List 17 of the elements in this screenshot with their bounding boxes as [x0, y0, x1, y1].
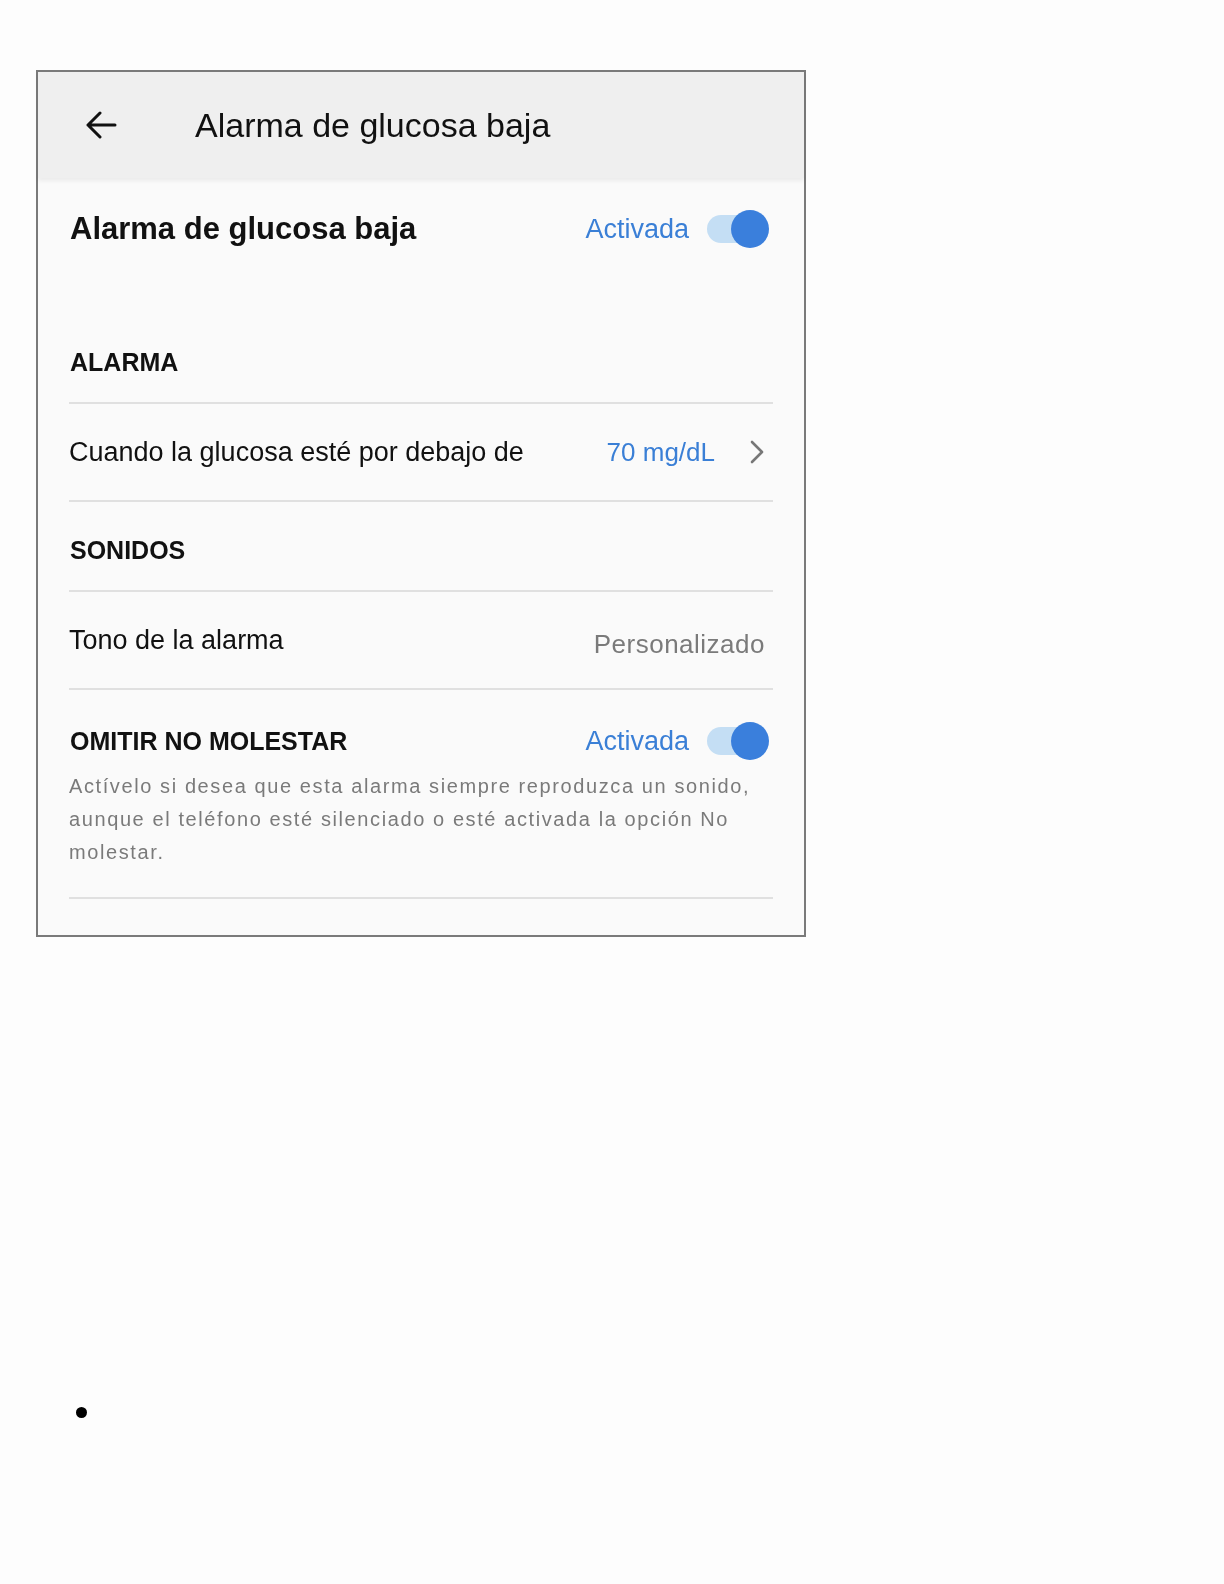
back-arrow-icon [85, 111, 117, 139]
setting-value: Personalizado [593, 628, 765, 660]
setting-label[interactable]: Cuando la glucosa esté por debajo de [69, 436, 607, 468]
setting-description: Actívelo si desea que esta alarma siempre reproduzca un sonido, aunque el teléfono esté silenciado o esté activada la opción No molestar. [69, 774, 752, 865]
chevron-right-icon [749, 439, 765, 465]
toggle-switch[interactable] [707, 210, 769, 248]
section-heading: SONIDOS [69, 502, 773, 592]
section-heading: ALARMA [69, 349, 773, 404]
setting-label[interactable]: Tono de la alarma [69, 624, 594, 656]
bullet-icon [76, 1407, 87, 1418]
toggle-switch[interactable] [707, 722, 769, 760]
screen-title: Alarma de glucosa baja [195, 105, 551, 145]
setting-title: OMITIR NO MOLESTAR [70, 726, 349, 756]
status-label: Activada [585, 213, 689, 245]
status-label: Activada [585, 725, 689, 757]
setting-value: 70 mg/dL [606, 436, 715, 468]
setting-title: Alarma de glucosa baja [70, 211, 418, 247]
